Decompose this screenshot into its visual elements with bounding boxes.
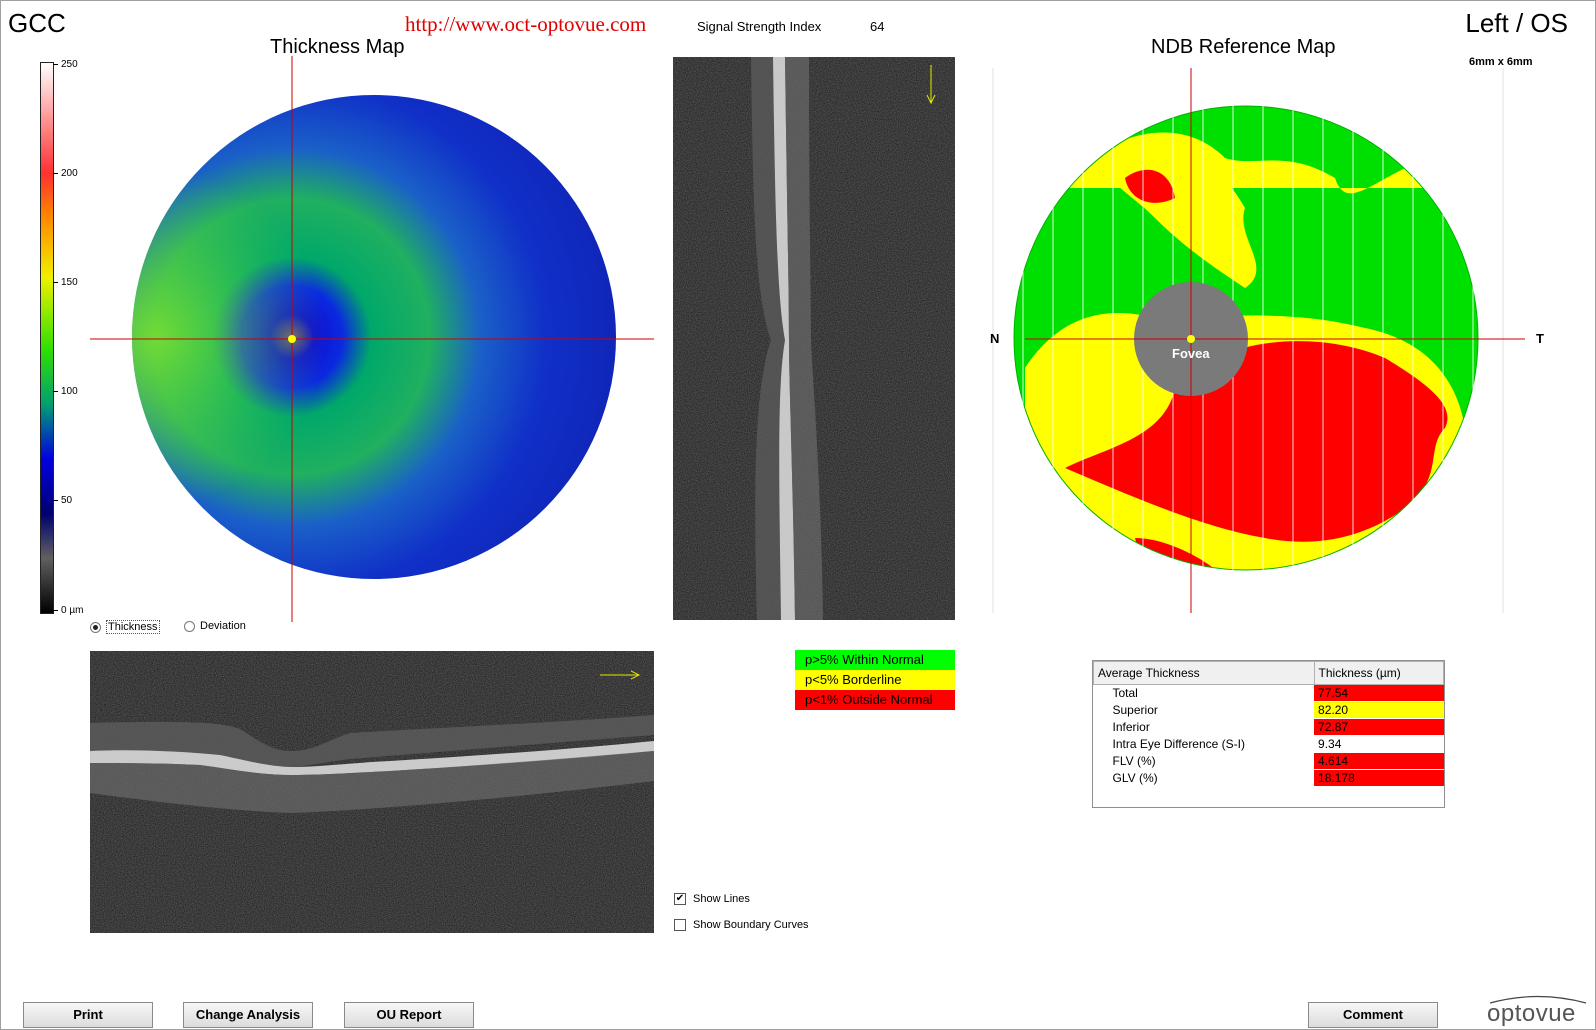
legend-outside-normal: p<1% Outside Normal: [795, 690, 955, 710]
colorbar-mark: [53, 500, 58, 501]
optovue-logo: optovue: [1487, 1000, 1576, 1027]
table-header-row: Average Thickness Thickness (µm): [1093, 661, 1445, 685]
table-row: FLV (%) 4.614: [1093, 752, 1444, 770]
ndb-fovea-point: [1187, 335, 1195, 343]
colorbar-tick-100: 100: [61, 386, 78, 397]
temporal-marker: T: [1536, 331, 1544, 346]
thickness-map-image[interactable]: [90, 56, 654, 622]
row-value-inferior: 72.87: [1314, 718, 1444, 736]
row-label-total: Total: [1093, 684, 1315, 702]
legend-within-normal: p>5% Within Normal: [795, 650, 955, 670]
radio-deviation[interactable]: Deviation: [184, 620, 246, 632]
colorbar-mark: [53, 282, 58, 283]
comment-button[interactable]: Comment: [1308, 1002, 1438, 1028]
ou-report-button[interactable]: OU Report: [344, 1002, 474, 1028]
watermark-url: http://www.oct-optovue.com: [405, 12, 647, 36]
colorbar-mark: [53, 610, 58, 611]
colorbar-tick-150: 150: [61, 277, 78, 288]
thickness-disc-overlay: [132, 95, 616, 579]
show-boundary-curves-checkbox[interactable]: Show Boundary Curves: [674, 919, 809, 931]
colorbar-tick-50: 50: [61, 495, 73, 506]
colorbar-mark: [53, 391, 58, 392]
colorbar-tick-0: 0 µm: [61, 605, 84, 616]
table-row: Intra Eye Difference (S-I) 9.34: [1093, 735, 1444, 753]
ndb-reference-map[interactable]: [985, 68, 1545, 613]
colorbar-mark: [53, 173, 58, 174]
scan-size-label: 6mm x 6mm: [1469, 56, 1533, 68]
table-row: Total 77.54: [1093, 684, 1444, 702]
fovea-label: Fovea: [1172, 346, 1210, 361]
show-boundary-curves-box[interactable]: [674, 919, 686, 931]
radio-thickness-control[interactable]: [90, 621, 101, 633]
legend-borderline: p<5% Borderline: [795, 670, 955, 690]
ndb-map-title: NDB Reference Map: [1151, 36, 1336, 58]
table-header-thickness: Thickness (µm): [1313, 661, 1445, 685]
show-boundary-curves-label: Show Boundary Curves: [693, 919, 809, 931]
nasal-marker: N: [990, 331, 1000, 346]
radio-thickness-label: Thickness: [106, 620, 160, 634]
vertical-oct-scan[interactable]: [673, 57, 955, 620]
row-label-flv: FLV (%): [1093, 752, 1315, 770]
row-value-glv: 18.178: [1314, 769, 1444, 787]
show-lines-checkbox[interactable]: ✔ Show Lines: [674, 893, 750, 905]
radio-deviation-control[interactable]: [184, 620, 195, 632]
colorbar-mark: [53, 64, 58, 65]
show-lines-box[interactable]: ✔: [674, 893, 686, 905]
module-title: GCC: [8, 8, 66, 38]
row-label-glv: GLV (%): [1093, 769, 1315, 787]
average-thickness-table: Average Thickness Thickness (µm) Total 7…: [1093, 661, 1445, 787]
thickness-colorbar: [40, 62, 54, 614]
ssi-value: 64: [870, 19, 885, 34]
colorbar-tick-250: 250: [61, 59, 78, 70]
row-label-intra-eye: Intra Eye Difference (S-I): [1093, 735, 1315, 753]
ndb-legend: p>5% Within Normal p<5% Borderline p<1% …: [795, 650, 955, 710]
row-value-total: 77.54: [1314, 684, 1444, 702]
eye-label: Left / OS: [1465, 8, 1568, 38]
ssi-label: Signal Strength Index: [697, 19, 822, 34]
row-value-flv: 4.614: [1314, 752, 1444, 770]
row-label-superior: Superior: [1093, 701, 1315, 719]
table-header-parameter: Average Thickness: [1093, 661, 1315, 685]
colorbar-tick-200: 200: [61, 168, 78, 179]
horizontal-oct-scan[interactable]: [90, 651, 654, 933]
show-lines-label: Show Lines: [693, 893, 750, 905]
radio-deviation-label: Deviation: [200, 620, 246, 632]
fovea-point: [288, 335, 296, 343]
radio-thickness[interactable]: Thickness: [90, 620, 160, 634]
print-button[interactable]: Print: [23, 1002, 153, 1028]
change-analysis-button[interactable]: Change Analysis: [183, 1002, 313, 1028]
row-value-intra-eye: 9.34: [1314, 735, 1444, 753]
table-row: Superior 82.20: [1093, 701, 1444, 719]
row-label-inferior: Inferior: [1093, 718, 1315, 736]
table-row: Inferior 72.87: [1093, 718, 1444, 736]
table-row: GLV (%) 18.178: [1093, 769, 1444, 787]
row-value-superior: 82.20: [1314, 701, 1444, 719]
